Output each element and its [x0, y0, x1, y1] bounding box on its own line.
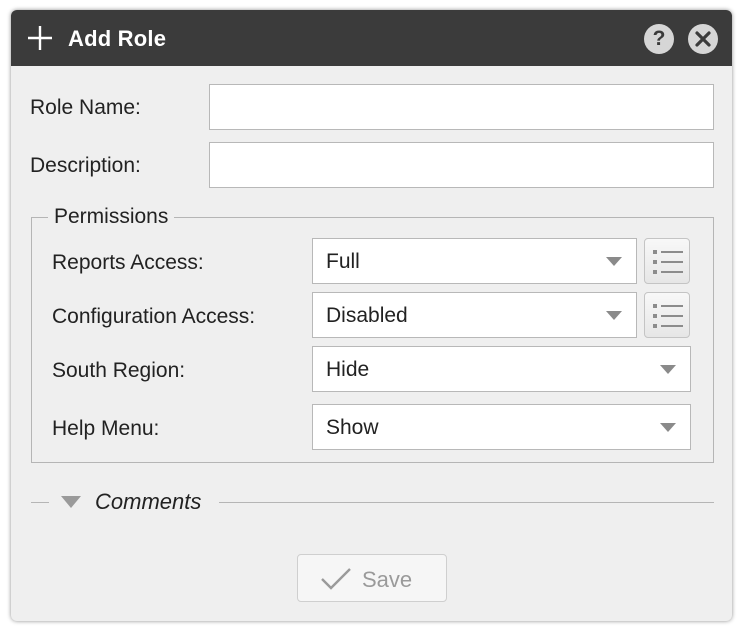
configuration-access-select[interactable]: Disabled: [312, 292, 637, 338]
comments-header[interactable]: Comments: [95, 489, 201, 515]
plus-icon: [28, 26, 52, 50]
reports-access-select[interactable]: Full: [312, 238, 637, 284]
close-icon: [695, 31, 711, 47]
reports-access-list-button[interactable]: [644, 238, 690, 284]
select-value: Disabled: [326, 304, 408, 327]
save-button[interactable]: Save: [297, 554, 447, 602]
description-input[interactable]: [209, 142, 714, 188]
description-label: Description:: [30, 154, 141, 177]
select-value: Hide: [326, 358, 370, 381]
dropdown-arrow-icon: [606, 311, 622, 320]
save-button-label: Save: [362, 567, 413, 592]
help-menu-select[interactable]: Show: [312, 404, 691, 450]
add-role-dialog: Add Role ? Role Name: Description: Permi…: [11, 10, 732, 621]
configuration-access-list-button[interactable]: [644, 292, 690, 338]
south-region-select[interactable]: Hide: [312, 346, 691, 392]
permissions-legend: Permissions: [54, 205, 169, 228]
dropdown-arrow-icon: [660, 423, 676, 432]
checkmark-icon: [321, 568, 351, 590]
reports-access-label: Reports Access:: [52, 251, 204, 274]
role-name-label: Role Name:: [30, 96, 141, 119]
help-icon: ?: [652, 27, 666, 50]
dropdown-arrow-icon: [660, 365, 676, 374]
configuration-access-label: Configuration Access:: [52, 305, 256, 328]
list-icon: [653, 304, 683, 328]
list-icon: [653, 250, 683, 274]
role-name-input[interactable]: [209, 84, 714, 130]
comments-toggle-icon[interactable]: [61, 496, 81, 508]
south-region-label: South Region:: [52, 359, 186, 382]
select-value: Show: [326, 416, 379, 439]
comments-divider-right: [219, 502, 714, 503]
close-button[interactable]: [688, 24, 718, 54]
dialog-titlebar: Add Role ?: [11, 10, 732, 66]
help-menu-label: Help Menu:: [52, 417, 160, 440]
dialog-title: Add Role: [68, 26, 167, 51]
comments-divider-left: [31, 502, 49, 503]
dropdown-arrow-icon: [606, 257, 622, 266]
select-value: Full: [326, 250, 360, 273]
help-button[interactable]: ?: [644, 24, 674, 54]
